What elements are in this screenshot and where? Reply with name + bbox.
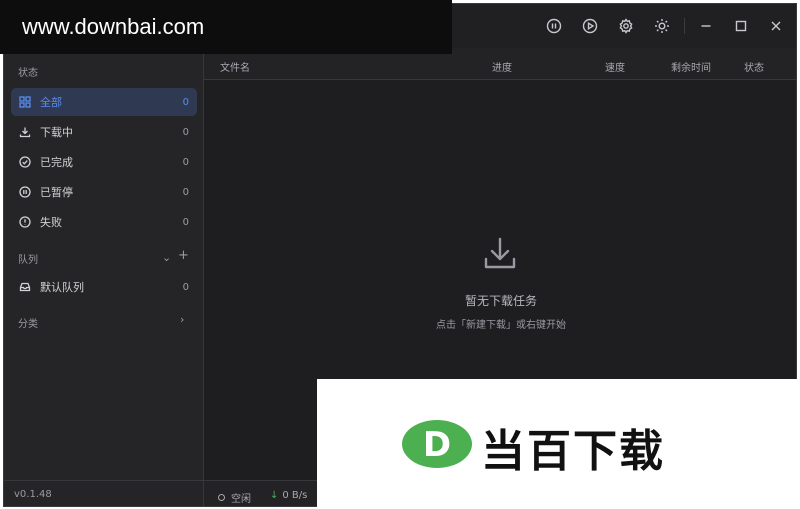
download-speed: ↓ 0 B/s	[270, 490, 307, 501]
sidebar-item-downloading[interactable]: 下载中 0	[11, 118, 197, 146]
arrow-down-icon: ↓	[270, 490, 279, 501]
status-section-title: 状态	[18, 68, 38, 79]
download-icon	[19, 126, 31, 138]
settings-icon[interactable]	[616, 16, 636, 36]
sidebar-item-label: 已暂停	[40, 186, 73, 199]
sidebar-item-count: 0	[182, 156, 189, 168]
status-dot-icon	[218, 494, 225, 501]
grid-icon	[19, 96, 31, 108]
sidebar-item-paused[interactable]: 已暂停 0	[11, 178, 197, 206]
version-label: v0.1.48	[14, 489, 52, 500]
idle-status: 空闲	[218, 490, 251, 505]
sidebar-item-label: 默认队列	[40, 281, 84, 294]
column-speed[interactable]: 速度	[605, 59, 625, 74]
empty-download-icon	[480, 234, 520, 274]
column-remaining-time[interactable]: 剩余时间	[671, 59, 711, 74]
queue-section-title: 队列	[18, 255, 38, 266]
sidebar-item-count: 0	[182, 216, 189, 228]
sidebar: 状态 全部 0 下载中 0 已完成 0 已暂停 0 失败 0 队列 ⌄ + 默认…	[4, 48, 204, 506]
sidebar-item-label: 失败	[40, 216, 62, 229]
pause-all-icon[interactable]	[544, 16, 564, 36]
brand-logo-letter: D	[423, 425, 451, 465]
close-icon[interactable]	[766, 16, 786, 36]
sidebar-item-default-queue[interactable]: 默认队列 0	[11, 273, 197, 301]
brand-logo-icon: D	[402, 420, 472, 468]
empty-state-hint: 点击「新建下载」或右键开始	[436, 320, 566, 331]
titlebar-divider	[684, 18, 685, 34]
sidebar-item-all[interactable]: 全部 0	[11, 88, 197, 116]
sidebar-item-count: 0	[182, 96, 189, 108]
inbox-icon	[19, 281, 31, 293]
download-speed-value: 0 B/s	[282, 490, 308, 501]
empty-state-title: 暂无下载任务	[464, 294, 537, 308]
column-filename[interactable]: 文件名	[220, 59, 250, 74]
sidebar-item-completed[interactable]: 已完成 0	[11, 148, 197, 176]
pause-circle-icon	[19, 186, 31, 198]
sidebar-item-count: 0	[182, 186, 189, 198]
column-status[interactable]: 状态	[744, 59, 764, 74]
alert-circle-icon	[19, 216, 31, 228]
theme-icon[interactable]	[652, 16, 672, 36]
sidebar-item-failed[interactable]: 失败 0	[11, 208, 197, 236]
add-queue-icon[interactable]: +	[178, 248, 189, 263]
sidebar-item-label: 下载中	[40, 126, 73, 139]
brand-watermark: D 当百下载	[317, 379, 800, 509]
idle-status-label: 空闲	[231, 494, 251, 505]
sidebar-item-label: 已完成	[40, 156, 73, 169]
sidebar-item-label: 全部	[40, 96, 62, 109]
column-progress[interactable]: 进度	[492, 59, 512, 74]
category-section-title[interactable]: 分类	[18, 315, 38, 330]
site-watermark: www.downbai.com	[0, 0, 452, 54]
start-all-icon[interactable]	[580, 16, 600, 36]
sidebar-item-count: 0	[182, 281, 189, 293]
brand-watermark-text: 当百下载	[481, 426, 665, 477]
sidebar-item-count: 0	[182, 126, 189, 138]
chevron-right-icon[interactable]: ›	[180, 313, 184, 326]
maximize-icon[interactable]	[731, 16, 751, 36]
minimize-icon[interactable]	[696, 16, 716, 36]
version-footer: v0.1.48	[4, 480, 204, 506]
check-circle-icon	[19, 156, 31, 168]
site-watermark-text: www.downbai.com	[22, 14, 205, 39]
chevron-down-icon[interactable]: ⌄	[162, 251, 171, 264]
